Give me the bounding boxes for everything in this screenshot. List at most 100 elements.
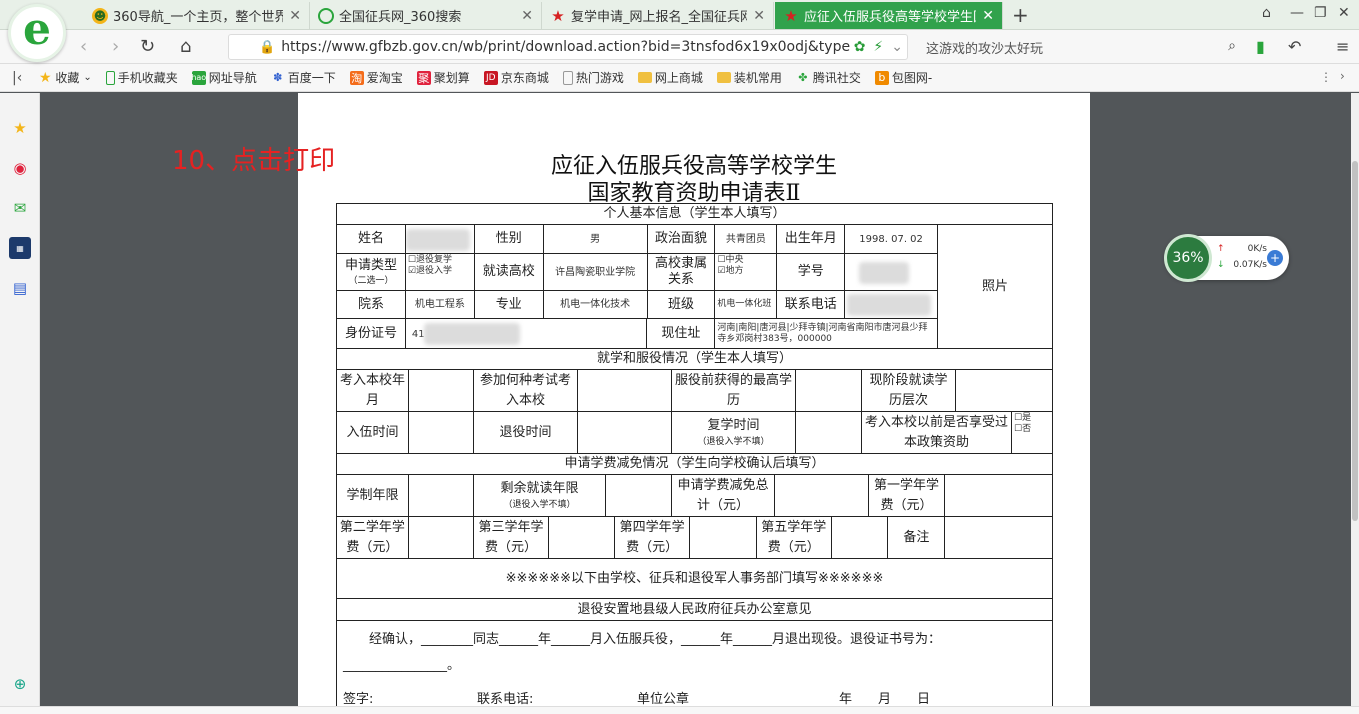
folder-icon [716,72,731,83]
value-admit-month [409,370,474,411]
chevron-down-icon[interactable]: ⌄ [891,39,903,55]
360-search-icon [318,7,334,24]
bookmark-mobile[interactable]: 手机收藏夹 [105,69,178,86]
favorites-star-icon[interactable]: ★ [9,117,31,139]
value-exam-type [578,370,672,411]
refresh-icon[interactable]: ↻ [140,36,155,57]
application-form-table: 个人基本信息（学生本人填写） 姓名 性别 男 政治面貌 共青团员 出生年月 19… [336,203,1053,710]
mail-icon[interactable]: ✉ [9,197,31,219]
label-remaining: 剩余就读年限 （退役入学不填） [474,475,606,516]
bookmark-label: 收藏 [55,71,80,85]
tab-360-nav[interactable]: ☻ 360导航_一个主页，整个世界 ✕ [84,2,310,29]
menu-icon[interactable]: ≡ [1336,37,1349,56]
option-resume[interactable]: ☐退役复学 [408,255,452,266]
apply-type-text: 申请类型 [344,257,397,273]
bookmark-label: 腾讯社交 [812,71,861,85]
restore-icon[interactable]: ❐ [1314,5,1327,21]
tab-application-form[interactable]: ★ 应征入伍服兵役高等学校学生国 ✕ [775,2,1003,29]
memory-usage-ball[interactable]: 36% [1164,234,1212,282]
skin-icon[interactable]: ⌂ [1262,5,1271,21]
back-icon[interactable]: ‹ [80,36,87,57]
label-total: 申请学费减免总计（元） [672,475,775,516]
page-icon [562,70,573,85]
wallet-icon[interactable]: ▮ [1256,37,1265,56]
value-cur-level [956,370,1052,411]
tab-title: 360导航_一个主页，整个世界 [113,10,284,25]
label-duration: 学制年限 [337,475,409,516]
bookmark-tencent[interactable]: ✤ 腾讯社交 [796,69,861,86]
option-central[interactable]: ☐中央 [717,255,743,266]
value-y3 [549,517,616,558]
network-speed-widget[interactable]: 36% ↑ 0K/s ↓ 0.07K/s + [1164,234,1289,282]
bookmark-online-mall[interactable]: 网上商城 [637,69,703,86]
lightning-icon[interactable]: ⚡ [873,39,883,55]
search-box[interactable]: 这游戏的攻沙太好玩 ⌕ [914,34,1244,60]
new-tab-icon[interactable]: + [1012,3,1029,27]
bookmark-install-common[interactable]: 装机常用 [716,69,782,86]
more-bookmarks-icon[interactable]: ⋮ [1320,70,1332,84]
undo-icon[interactable]: ↶ [1288,37,1301,56]
url-text[interactable]: https://www.gfbzb.gov.cn/wb/print/downlo… [281,39,850,55]
label-y3: 第三学年学费（元） [474,517,550,558]
value-major: 机电一体化技术 [544,291,648,318]
bookmark-favorites[interactable]: ★ 收藏 ⌄ [38,69,92,86]
home-icon[interactable]: ⌂ [180,36,191,57]
baotu-icon: b [874,70,889,85]
close-tab-icon[interactable]: ✕ [753,8,765,24]
value-pre-edu [796,370,862,411]
label-y2: 第二学年学费（元） [337,517,409,558]
tab-360-search[interactable]: 全国征兵网_360搜索 ✕ [310,2,542,29]
close-tab-icon[interactable]: ✕ [982,8,994,24]
scrollbar-thumb[interactable] [1352,161,1358,521]
chevron-down-icon: ⌄ [83,72,92,83]
address-bar[interactable]: 🔒 https://www.gfbzb.gov.cn/wb/print/down… [228,34,908,60]
bookmark-juhuasuan[interactable]: 聚聚划算 [416,69,470,86]
vertical-scrollbar[interactable] [1351,93,1359,714]
sidebar-toggle-icon[interactable]: |‹ [12,70,22,86]
option-no[interactable]: ☐否 [1014,424,1031,435]
360-browser-logo-icon[interactable]: e [8,4,66,62]
game-icon[interactable]: ▦ [9,237,31,259]
option-enroll[interactable]: ☑退役入学 [408,266,452,277]
security-shield-icon[interactable]: ✿ [854,39,866,55]
hao-icon: hao [191,70,206,85]
expand-bookmarks-icon[interactable]: › [1340,69,1345,83]
document-page: 应征入伍服兵役高等学校学生 国家教育资助申请表Ⅱ 个人基本信息（学生本人填写） … [298,93,1090,714]
weibo-icon[interactable]: ◉ [9,157,31,179]
accelerate-plus-icon[interactable]: + [1267,250,1283,266]
tab-resume-application[interactable]: ★ 复学申请_网上报名_全国征兵网 ✕ [542,2,774,29]
tab-title: 应征入伍服兵役高等学校学生国 [804,10,977,25]
option-yes[interactable]: ☐是 [1014,413,1031,424]
value-address: 河南|南阳|唐河县|少拜寺镇|河南省南阳市唐河县少拜寺乡邓岗村383号，0000… [717,322,928,344]
jd-icon: JD [483,70,498,85]
remaining-note: （退役入学不填） [503,499,576,510]
bookmark-label: 包图网- [891,71,933,85]
value-name-redacted [405,225,475,253]
bookmark-hao[interactable]: hao 网址导航 [191,69,257,86]
bookmark-baotu[interactable]: b 包图网- [874,69,933,86]
search-icon[interactable]: ⌕ [1228,38,1236,54]
forward-icon[interactable]: › [112,36,119,57]
value-duration [409,475,474,516]
bookmark-hot-games[interactable]: 热门游戏 [562,69,624,86]
document-icon[interactable]: ▤ [9,277,31,299]
bookmark-taobao[interactable]: 淘爱淘宝 [349,69,403,86]
close-tab-icon[interactable]: ✕ [289,8,301,24]
minimize-icon[interactable]: — [1290,5,1304,21]
bookmark-baidu[interactable]: ✽ 百度一下 [271,69,336,86]
close-window-icon[interactable]: ✕ [1338,5,1350,21]
side-toolbar: ★ ◉ ✉ ▦ ▤ ⊕ [0,93,40,714]
add-plugin-icon[interactable]: ⊕ [9,673,31,695]
label-apply-type: 申请类型 （二选一） [337,254,406,290]
red-star-icon: ★ [784,6,798,25]
label-admit-month: 考入本校年月 [337,370,409,411]
tab-title: 全国征兵网_360搜索 [339,10,462,25]
label-remark: 备注 [888,517,946,558]
search-text[interactable]: 这游戏的攻沙太好玩 [926,38,1043,57]
section-recruitment-office: 退役安置地县级人民政府征兵办公室意见 [577,601,812,617]
close-tab-icon[interactable]: ✕ [521,8,533,24]
pdf-viewport[interactable]: 应征入伍服兵役高等学校学生 国家教育资助申请表Ⅱ 个人基本信息（学生本人填写） … [41,93,1351,714]
bookmark-jd[interactable]: JD 京东商城 [483,69,549,86]
label-student-no: 学号 [777,254,846,290]
option-local[interactable]: ☑地方 [717,266,743,277]
